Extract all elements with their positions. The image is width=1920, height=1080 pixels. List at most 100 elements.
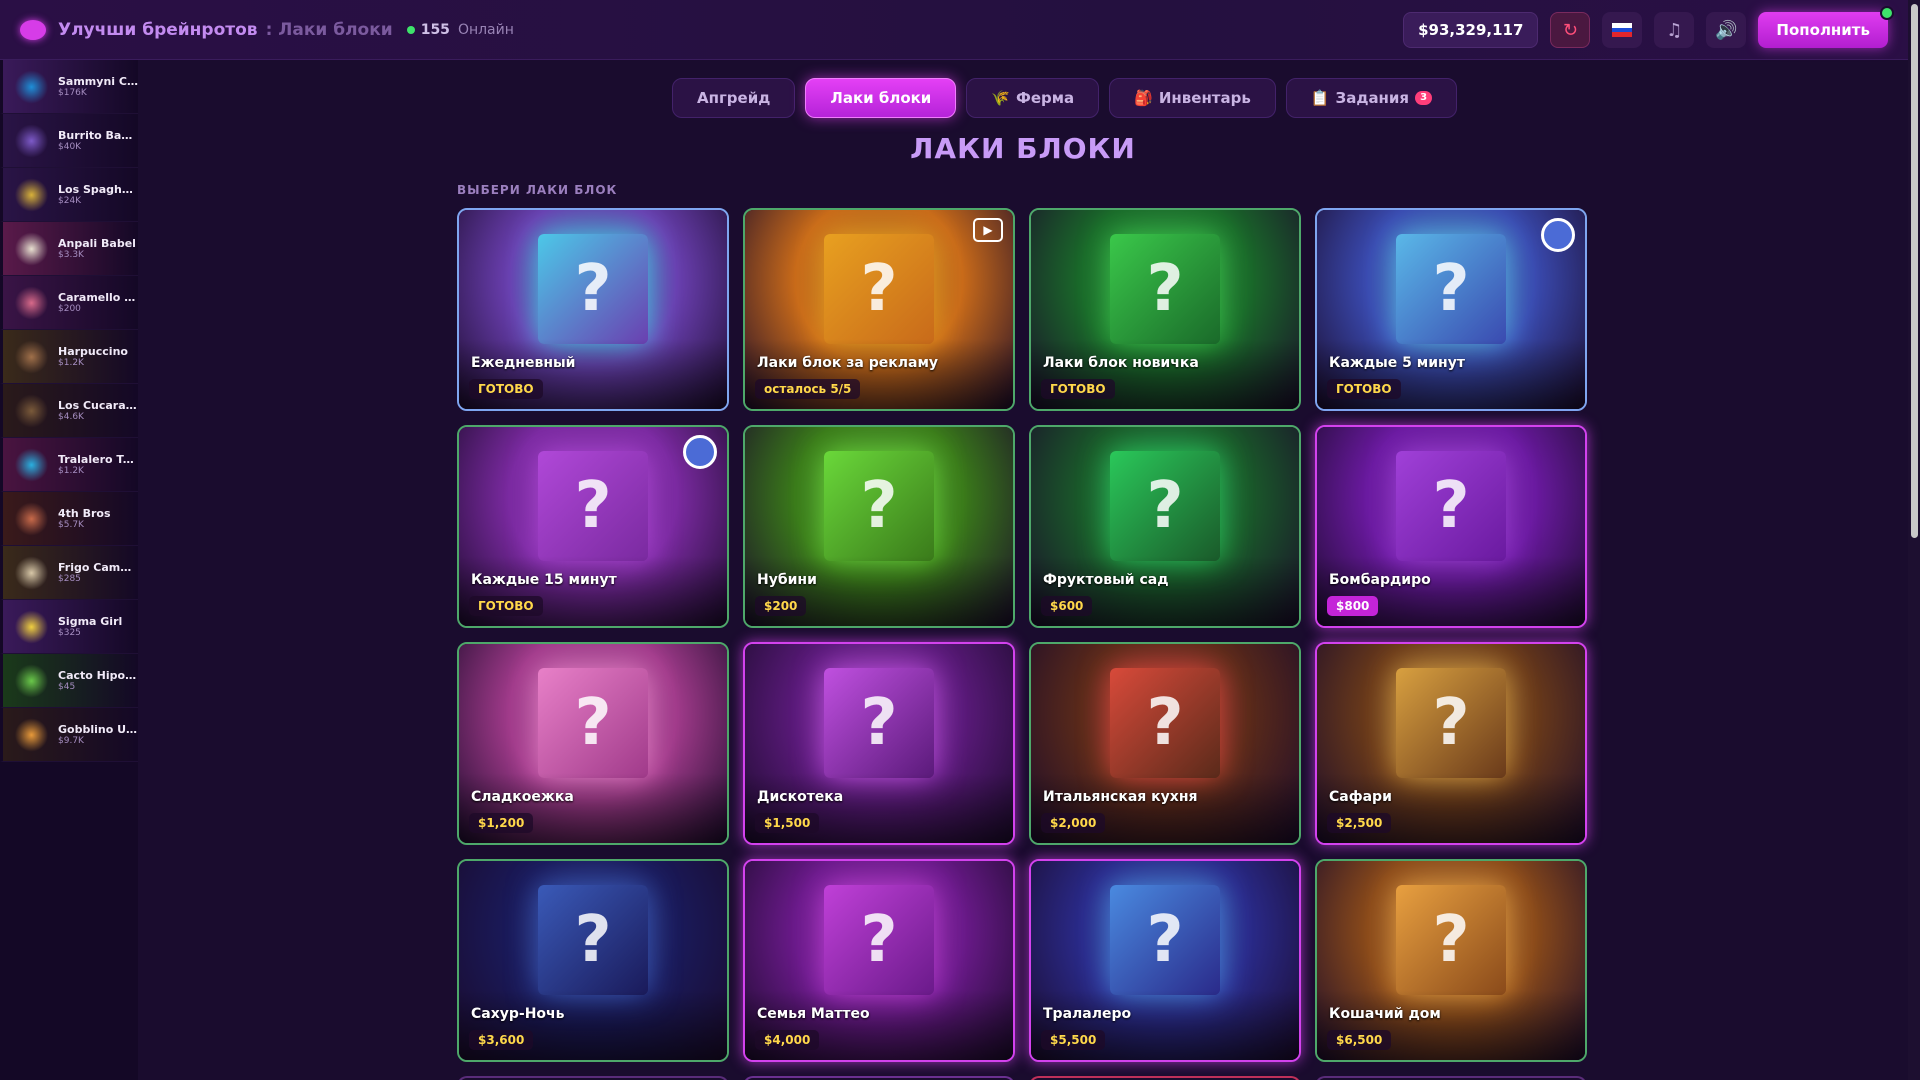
sidebar-drop-item[interactable]: Gobblino Uni...$9.7K <box>0 708 138 762</box>
refresh-icon: ↻ <box>1562 19 1578 41</box>
lucky-block-card[interactable]: ? Фруктовый сад $600 <box>1029 425 1301 628</box>
online-count: 155 <box>420 21 450 38</box>
block-name: Кошачий дом <box>1329 1006 1441 1022</box>
drop-price: $5.7K <box>58 520 84 530</box>
sidebar-drop-item[interactable]: Cacto Hipop... $45 <box>0 654 138 708</box>
lucky-cube-icon: ? <box>824 668 934 778</box>
drop-price: $1.2K <box>58 466 84 476</box>
top-header: Улучши брейнротов : Лаки блоки 155 Онлай… <box>0 0 1908 60</box>
lucky-cube-icon: ? <box>1396 885 1506 995</box>
site-title[interactable]: Улучши брейнротов <box>58 20 258 40</box>
lucky-block-card[interactable]: ? Дискотека $1,500 <box>743 642 1015 845</box>
block-status: $6,500 <box>1327 1030 1392 1050</box>
block-name: Сахур-Ночь <box>471 1006 565 1022</box>
live-drops-sidebar: Sammyni Cak...$176KBurrito Bandi...$40KL… <box>0 60 138 1080</box>
section-label: ВЫБЕРИ ЛАКИ БЛОК <box>457 183 618 197</box>
sidebar-drop-item[interactable]: Sammyni Cak...$176K <box>0 60 138 114</box>
tab-label: Ферма <box>1016 89 1075 107</box>
lucky-cube-icon: ? <box>1396 451 1506 561</box>
block-status: $3,600 <box>469 1030 534 1050</box>
brainrot-avatar <box>15 339 48 374</box>
block-status: $1,500 <box>755 813 820 833</box>
tab-2[interactable]: 🌾 Ферма <box>966 78 1100 118</box>
brainrot-avatar <box>15 231 48 266</box>
language-button[interactable] <box>1602 12 1643 48</box>
sidebar-drop-item[interactable]: Frigo Camelo $285 <box>0 546 138 600</box>
lucky-block-card[interactable]: ? Нубини $200 <box>743 425 1015 628</box>
block-status: $5,500 <box>1041 1030 1106 1050</box>
tab-label: Инвентарь <box>1158 89 1251 107</box>
sidebar-drop-item[interactable]: Los Spaghettis$24K <box>0 168 138 222</box>
block-name: Лаки блок за рекламу <box>757 355 939 371</box>
lucky-cube-icon: ? <box>1110 668 1220 778</box>
lucky-cube-icon: ? <box>1396 234 1506 344</box>
drop-price: $325 <box>58 628 81 638</box>
lucky-block-card[interactable]: ? Тралалеро $5,500 <box>1029 859 1301 1062</box>
lucky-cube-icon: ? <box>538 668 648 778</box>
brainrot-avatar <box>15 177 48 212</box>
lucky-block-card[interactable]: ? Лаки блок новичка ГОТОВО <box>1029 208 1301 411</box>
tab-1[interactable]: Лаки блоки <box>805 78 957 118</box>
sidebar-drop-item[interactable]: Los Cucarachas$4.6K <box>0 384 138 438</box>
sidebar-drop-item[interactable]: Tralalero Tra...$1.2K <box>0 438 138 492</box>
tab-4[interactable]: 📋 Задания 3 <box>1285 78 1458 118</box>
lucky-blocks-grid: ? Ежедневный ГОТОВО? ▶ Лаки блок за рекламу о… <box>457 208 1587 1062</box>
brainrot-avatar <box>15 501 48 536</box>
refresh-button[interactable]: ↻ <box>1550 12 1591 48</box>
drop-price: $4.6K <box>58 412 84 422</box>
tab-3[interactable]: 🎒 Инвентарь <box>1109 78 1276 118</box>
drop-name: Cacto Hipop... <box>58 669 138 682</box>
lucky-block-card[interactable]: ? Сладкоежка $1,200 <box>457 642 729 845</box>
block-status: $2,000 <box>1041 813 1106 833</box>
lucky-block-card[interactable]: ? Бомбардиро $800 <box>1315 425 1587 628</box>
lucky-block-card[interactable]: ? Итальянская кухня $2,000 <box>1029 642 1301 845</box>
block-status: $1,200 <box>469 813 534 833</box>
block-status: $600 <box>1041 596 1093 616</box>
lucky-block-card[interactable]: ? Ежедневный ГОТОВО <box>457 208 729 411</box>
video-ad-icon: ▶ <box>973 218 1003 242</box>
lucky-cube-icon: ? <box>1110 451 1220 561</box>
drop-name: Anpali Babel <box>58 237 136 250</box>
brainrot-avatar <box>15 393 48 428</box>
notification-dot-icon <box>1880 6 1894 20</box>
block-status: $200 <box>755 596 807 616</box>
sidebar-drop-item[interactable]: Sigma Girl $325 <box>0 600 138 654</box>
lucky-block-card[interactable]: ? Семья Маттео $4,000 <box>743 859 1015 1062</box>
scrollbar-thumb[interactable] <box>1911 4 1918 538</box>
drop-name: Los Spaghettis <box>58 183 138 196</box>
brainrot-avatar <box>15 663 48 698</box>
online-label: Онлайн <box>457 21 514 38</box>
lucky-block-card[interactable]: ? Сафари $2,500 <box>1315 642 1587 845</box>
page-title: ЛАКИ БЛОКИ <box>910 132 1136 165</box>
lucky-block-card[interactable]: ? Каждые 5 минут ГОТОВО <box>1315 208 1587 411</box>
drop-price: $24K <box>58 196 82 206</box>
timer-clock-icon <box>1541 218 1575 252</box>
lucky-block-card[interactable]: ? Кошачий дом $6,500 <box>1315 859 1587 1062</box>
sidebar-drop-item[interactable]: 4th Bros $5.7K <box>0 492 138 546</box>
sidebar-drop-item[interactable]: Anpali Babel $3.3K <box>0 222 138 276</box>
block-status: осталось 5/5 <box>755 379 861 399</box>
drop-price: $1.2K <box>58 358 84 368</box>
drop-name: Los Cucarachas <box>58 399 138 412</box>
ru-flag-icon <box>1612 23 1633 38</box>
lucky-block-card[interactable]: ? ▶ Лаки блок за рекламу осталось 5/5 <box>743 208 1015 411</box>
sidebar-drop-item[interactable]: Harpuccino $1.2K <box>0 330 138 384</box>
block-status: ГОТОВО <box>469 596 543 616</box>
block-status: ГОТОВО <box>1327 379 1401 399</box>
tab-label: Лаки блоки <box>830 89 932 107</box>
lucky-block-card[interactable]: ? Сахур-Ночь $3,600 <box>457 859 729 1062</box>
deposit-button[interactable]: Пополнить <box>1758 6 1894 48</box>
lucky-cube-icon: ? <box>824 234 934 344</box>
sidebar-drop-item[interactable]: Caramello Fil...$200 <box>0 276 138 330</box>
lucky-block-card[interactable]: ? Каждые 15 минут ГОТОВО <box>457 425 729 628</box>
brain-logo-icon[interactable] <box>20 19 46 40</box>
tasks-badge: 3 <box>1415 91 1433 105</box>
lucky-cube-icon: ? <box>824 451 934 561</box>
sound-button[interactable]: 🔊 <box>1706 12 1747 48</box>
tab-0[interactable]: Апгрейд <box>672 78 796 118</box>
lucky-cube-icon: ? <box>538 885 648 995</box>
music-button[interactable]: ♫ <box>1654 12 1695 48</box>
page-scrollbar[interactable] <box>1908 0 1920 1080</box>
drop-name: Caramello Fil... <box>58 291 138 304</box>
block-name: Сладкоежка <box>471 789 574 805</box>
